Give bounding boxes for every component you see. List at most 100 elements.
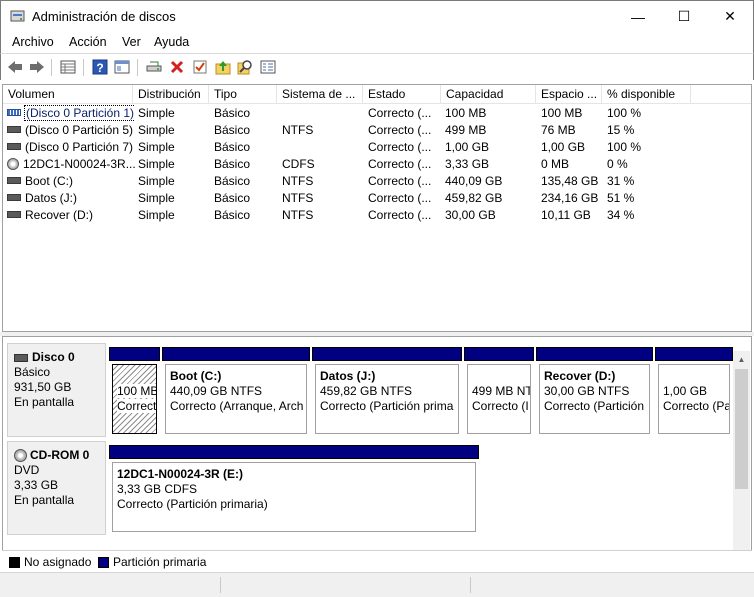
menu-accion[interactable]: Acción [69,35,107,49]
partition-color-bar [109,347,160,361]
search-icon[interactable] [236,58,254,76]
partition-block[interactable]: 499 MB NT Correcto (I [464,347,534,437]
row-type: Básico [214,174,251,188]
menu-archivo[interactable]: Archivo [12,35,54,49]
partition-block[interactable]: 12DC1-N00024-3R (E:) 3,33 GB CDFS Correcto… [109,445,479,535]
row-free: 100 MB [541,106,583,120]
column-header-capacidad[interactable]: Capacidad [441,85,536,104]
volume-name: 12DC1-N00024-3R... [23,157,135,171]
table-row[interactable]: (Disco 0 Partición 7) Simple Básico Correct… [3,139,751,156]
properties-grid-icon[interactable] [59,58,77,76]
delete-icon[interactable] [168,58,186,76]
scroll-up-icon[interactable]: ▲ [733,351,750,368]
menu-ayuda[interactable]: Ayuda [154,35,189,49]
legend-primary: Partición primaria [113,555,207,569]
cdrom-0-label[interactable]: CD-ROM 0 DVD 3,33 GB En pantalla [7,441,106,535]
volume-list-header: Volumen Distribución Tipo Sistema de ...… [3,85,751,104]
row-volume: (Disco 0 Partición 5) [7,122,135,139]
scroll-thumb[interactable] [735,369,748,489]
row-capacity: 499 MB [445,123,487,137]
disk-0-state: En pantalla [14,395,75,409]
volume-icon [7,177,21,185]
row-percent: 100 % [607,106,642,120]
partition-title: Boot (C:) [170,369,222,383]
column-header-distribucion[interactable]: Distribución [133,85,209,104]
row-volume: Recover (D:) [7,207,135,224]
partition-block[interactable]: 1,00 GB Correcto (Pa [655,347,733,437]
close-icon: ✕ [724,8,736,24]
row-capacity: 459,82 GB [445,191,503,205]
cdrom-0-kind: DVD [14,463,40,477]
row-percent: 31 % [607,174,635,188]
partition-size: 440,09 GB NTFS [170,384,263,398]
row-layout: Simple [138,174,175,188]
row-layout: Simple [138,208,175,222]
table-row[interactable]: (Disco 0 Partición 5) Simple Básico NTFS Cor… [3,122,751,139]
menu-ver[interactable]: Ver [122,35,141,49]
disk-0-label[interactable]: Disco 0 Básico 931,50 GB En pantalla [7,343,106,437]
disk-0-name: Disco 0 [32,350,75,364]
show-hide-pane-icon[interactable] [113,58,131,76]
folder-up-icon[interactable] [214,58,232,76]
partition-size: 3,33 GB CDFS [117,482,198,496]
table-row[interactable]: Datos (J:) Simple Básico NTFS Correcto (... 4… [3,190,751,207]
row-type: Básico [214,106,251,120]
column-header-volumen[interactable]: Volumen [3,85,133,104]
column-header-tipo[interactable]: Tipo [209,85,277,104]
back-arrow-icon[interactable] [6,58,24,76]
row-free: 234,16 GB [541,191,599,205]
column-header-estado[interactable]: Estado [363,85,441,104]
rescan-icon[interactable] [259,58,277,76]
partition-color-bar [312,347,462,361]
svg-text:?: ? [96,61,103,75]
row-status: Correcto (... [368,208,432,222]
row-layout: Simple [138,106,175,120]
row-percent: 34 % [607,208,635,222]
minimize-button[interactable]: — [615,1,661,32]
help-icon[interactable]: ? [91,58,109,76]
partition-details: 499 MB NT Correcto (I [467,364,531,434]
disk-graph-view: Disco 0 Básico 931,50 GB En pantalla 100… [2,336,752,572]
row-percent: 0 % [607,157,628,171]
legend: No asignado Partición primaria [2,550,752,572]
partition-details: Datos (J:) 459,82 GB NTFS Correcto (Partic… [315,364,459,434]
partition-color-bar [464,347,534,361]
column-header-disponible[interactable]: % disponible [602,85,691,104]
graph-vertical-scrollbar[interactable]: ▲ ▼ [733,351,750,563]
row-capacity: 30,00 GB [445,208,496,222]
partition-size: 1,00 GB [663,384,708,398]
partition-block[interactable]: Datos (J:) 459,82 GB NTFS Correcto (Partic… [312,347,462,437]
row-type: Básico [214,123,251,137]
partition-size: 459,82 GB NTFS [320,384,413,398]
volume-icon [7,143,21,151]
row-percent: 100 % [607,140,642,154]
table-row[interactable]: (Disco 0 Partición 1) Simple Básico Correct… [3,105,751,122]
menu-bar: Archivo Acción Ver Ayuda [0,31,754,53]
row-filesystem: CDFS [282,157,315,171]
connect-drive-icon[interactable] [145,58,163,76]
close-button[interactable]: ✕ [707,1,753,32]
row-filesystem: NTFS [282,191,314,205]
partition-block[interactable]: 100 MBCorrecto [109,347,160,437]
row-status: Correcto (... [368,191,432,205]
row-free: 0 MB [541,157,570,171]
check-icon[interactable] [191,58,209,76]
table-row[interactable]: 12DC1-N00024-3R... Simple Básico CDFS Correc… [3,156,751,173]
partition-details: Recover (D:) 30,00 GB NTFS Correcto (Parti… [539,364,650,434]
partition-status: Correcto (Partición primaria) [117,497,268,511]
maximize-button[interactable]: ☐ [661,1,707,32]
column-header-sistema-archivos[interactable]: Sistema de ... [277,85,363,104]
disk-0-size: 931,50 GB [14,380,72,394]
row-volume: Boot (C:) [7,173,135,190]
volume-name: (Disco 0 Partición 7) [25,140,134,154]
partition-details: 1,00 GB Correcto (Pa [658,364,730,434]
partition-block[interactable]: Recover (D:) 30,00 GB NTFS Correcto (Parti… [536,347,653,437]
row-layout: Simple [138,191,175,205]
column-header-espacio[interactable]: Espacio ... [536,85,602,104]
row-filesystem: NTFS [282,174,314,188]
forward-arrow-icon[interactable] [28,58,46,76]
table-row[interactable]: Boot (C:) Simple Básico NTFS Correcto (... 44… [3,173,751,190]
partition-block[interactable]: Boot (C:) 440,09 GB NTFS Correcto (Arranqu… [162,347,310,437]
table-row[interactable]: Recover (D:) Simple Básico NTFS Correcto (..… [3,207,751,224]
partition-status: Correcto (Partición [544,399,645,413]
